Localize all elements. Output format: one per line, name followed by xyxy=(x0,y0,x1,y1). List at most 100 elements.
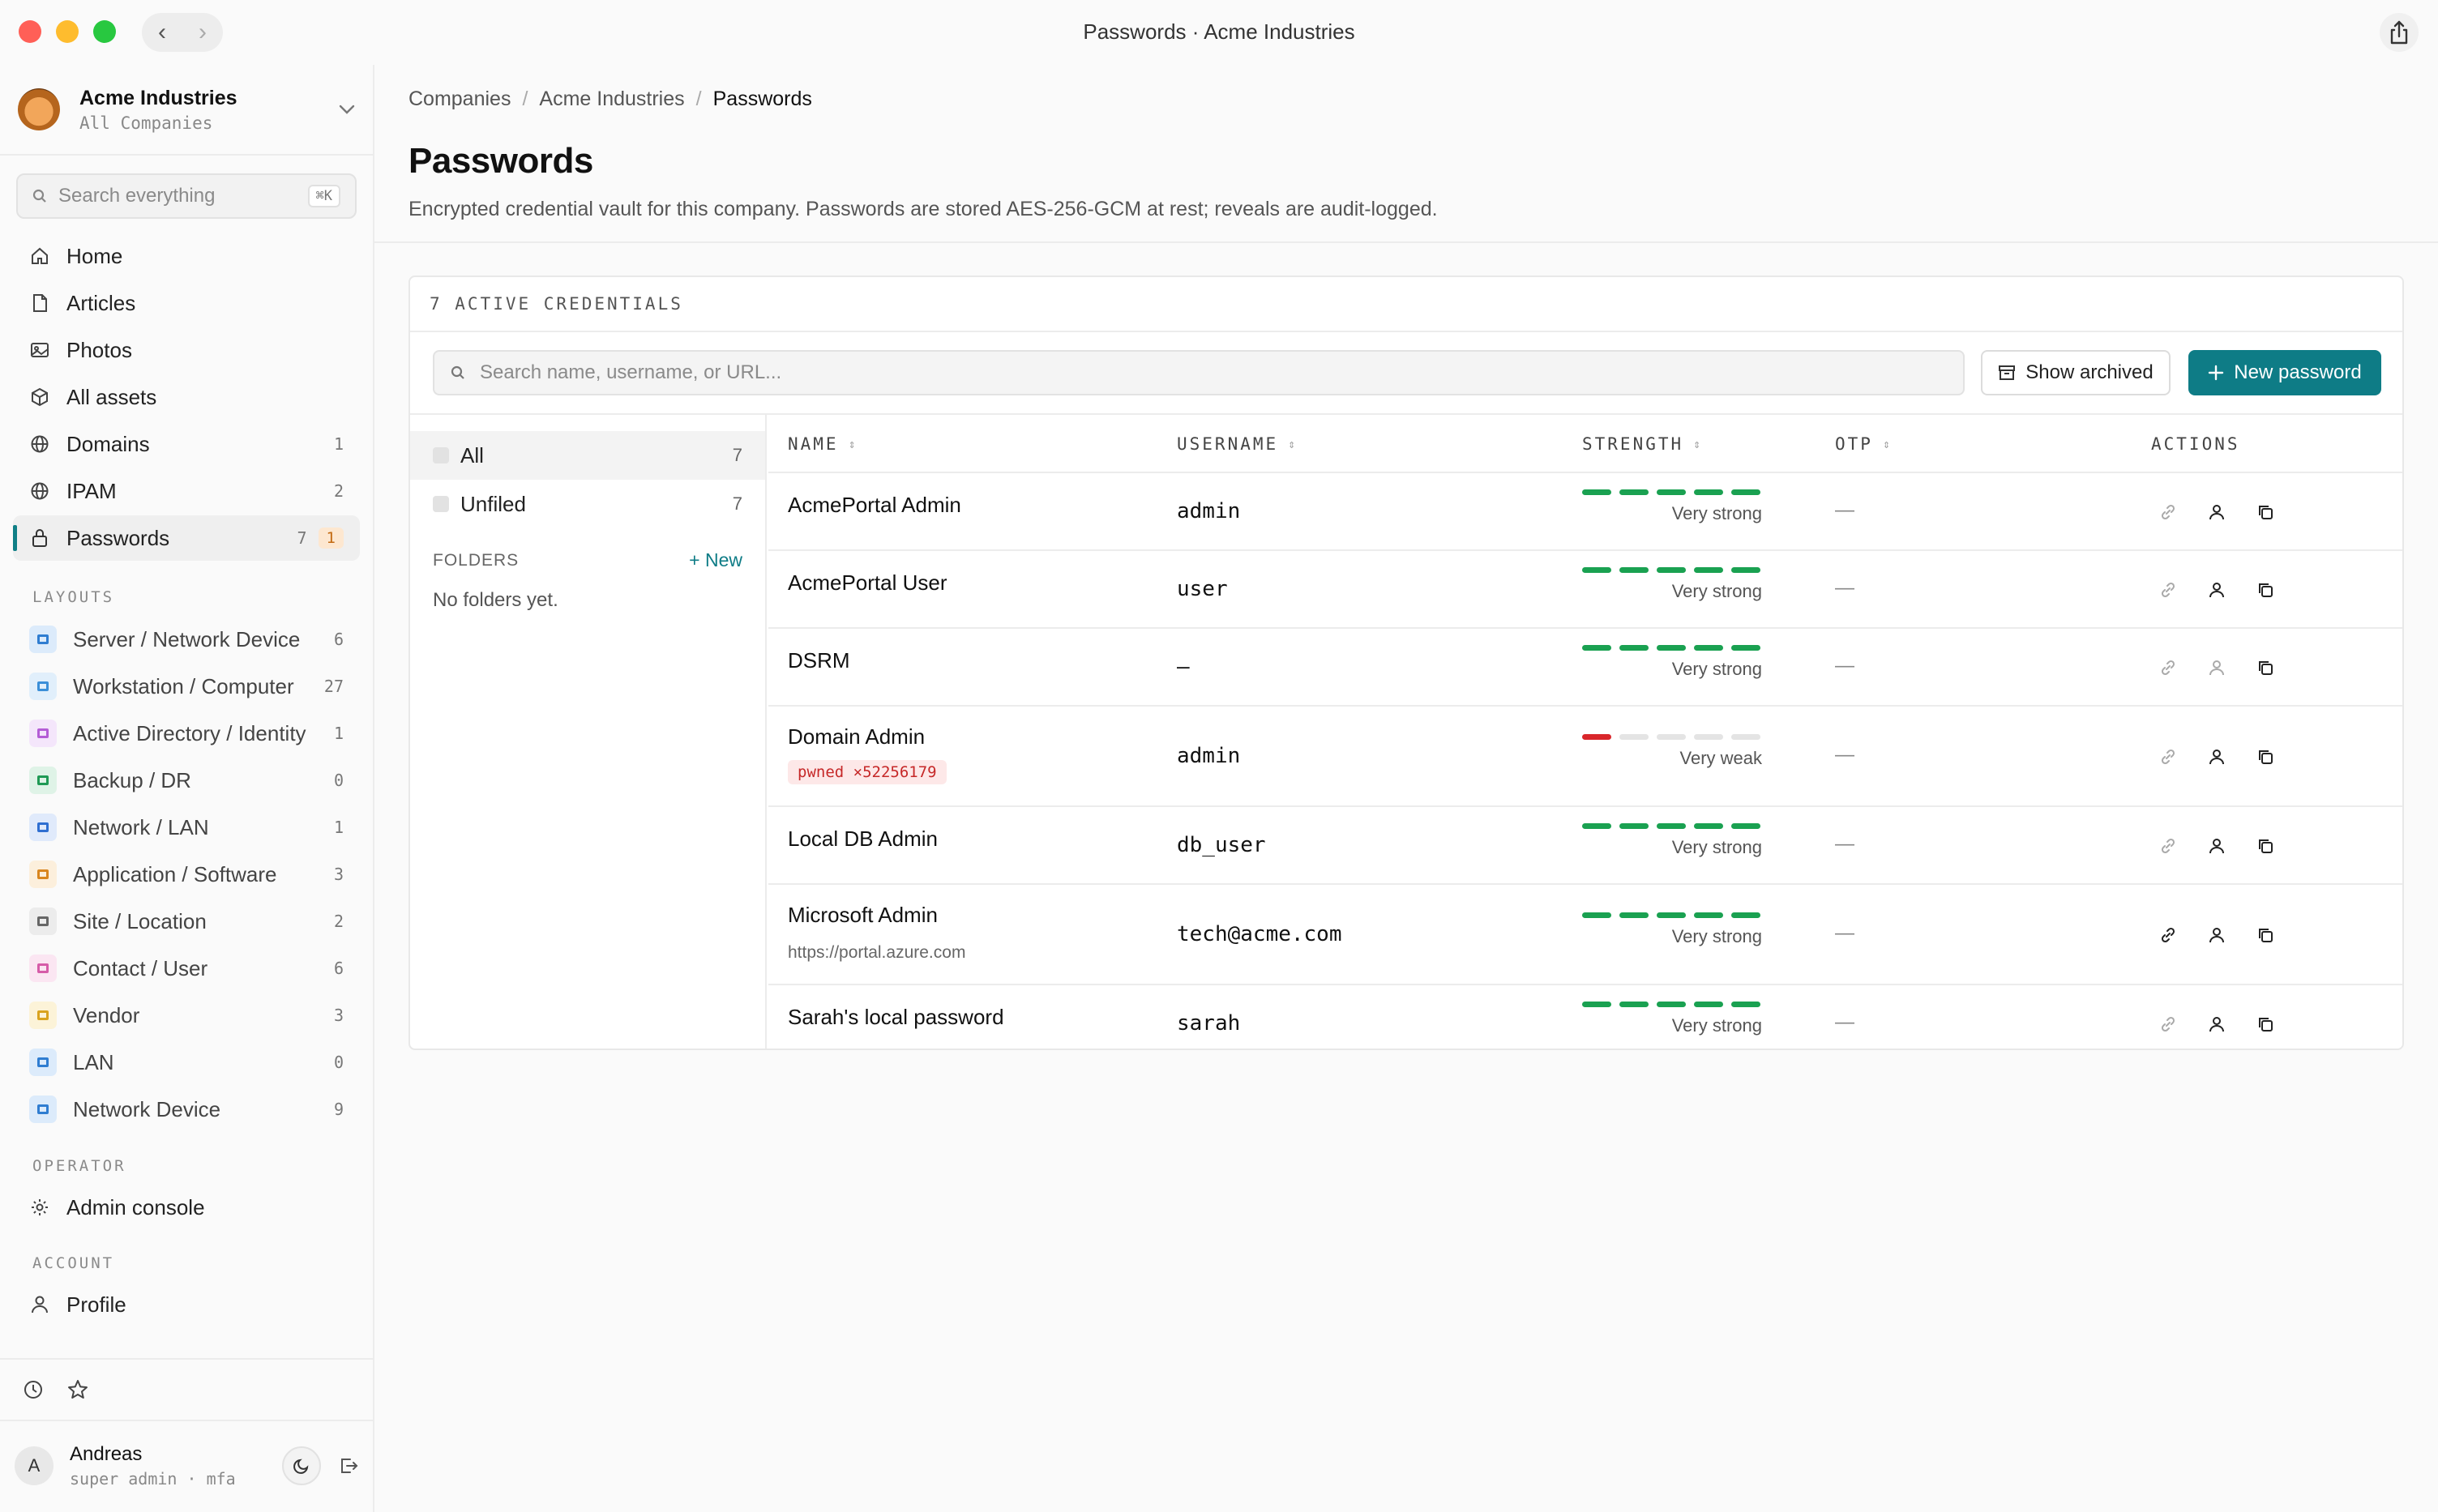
layout-count: 0 xyxy=(333,771,344,790)
layout-item[interactable]: Network Device 9 xyxy=(13,1086,360,1133)
nav-item-all-assets[interactable]: All assets xyxy=(13,374,360,420)
copy-username-icon[interactable] xyxy=(2206,835,2227,856)
layout-item[interactable]: Application / Software 3 xyxy=(13,851,360,898)
copy-password-icon[interactable] xyxy=(2255,502,2276,523)
open-url-icon[interactable] xyxy=(2158,746,2179,767)
credential-search-input[interactable]: Search name, username, or URL... xyxy=(433,350,1965,395)
copy-username-icon[interactable] xyxy=(2206,579,2227,600)
layout-label: LAN xyxy=(73,1049,114,1074)
document-icon xyxy=(33,294,47,312)
column-header-name[interactable]: NAME ⇕ xyxy=(788,434,856,454)
table-row[interactable]: AcmePortal Admin admin Very strong — xyxy=(768,473,2402,551)
search-icon xyxy=(32,189,46,203)
copy-password-icon[interactable] xyxy=(2255,925,2276,946)
strength-label: Very strong xyxy=(1671,659,1762,679)
copy-username-icon[interactable] xyxy=(2206,746,2227,767)
credential-name[interactable]: AcmePortal User xyxy=(788,570,947,596)
new-password-button[interactable]: New password xyxy=(2188,350,2381,395)
nav-item-domains[interactable]: Domains 1 xyxy=(13,421,360,467)
credential-name[interactable]: DSRM xyxy=(788,648,850,673)
otp-value: — xyxy=(1835,499,1854,521)
copy-password-icon[interactable] xyxy=(2255,579,2276,600)
layout-label: Vendor xyxy=(73,1002,140,1027)
otp-value: — xyxy=(1835,744,1854,766)
open-url-icon[interactable] xyxy=(2158,502,2179,523)
copy-username-icon[interactable] xyxy=(2206,502,2227,523)
column-header-username[interactable]: USERNAME ⇕ xyxy=(1177,434,1295,454)
open-url-icon[interactable] xyxy=(2158,835,2179,856)
table-row[interactable]: Domain Admin pwned ×52256179 admin Very wea… xyxy=(768,707,2402,807)
layout-label: Site / Location xyxy=(73,908,207,933)
nav-item-profile[interactable]: Profile xyxy=(13,1282,360,1327)
table-row[interactable]: DSRM — Very strong — xyxy=(768,629,2402,707)
open-url-icon[interactable] xyxy=(2158,657,2179,678)
layout-count: 6 xyxy=(333,959,344,978)
nav-item-ipam[interactable]: IPAM 2 xyxy=(13,468,360,514)
open-url-icon[interactable] xyxy=(2158,925,2179,946)
layout-item[interactable]: Contact / User 6 xyxy=(13,945,360,992)
share-icon xyxy=(2390,20,2408,45)
column-header-strength[interactable]: STRENGTH ⇕ xyxy=(1582,434,1700,454)
row-actions xyxy=(2158,1014,2276,1035)
nav-label: IPAM xyxy=(66,478,117,503)
copy-password-icon[interactable] xyxy=(2255,657,2276,678)
credential-name[interactable]: Domain Admin xyxy=(788,724,925,750)
layout-item[interactable]: LAN 0 xyxy=(13,1039,360,1086)
breadcrumb-companies[interactable]: Companies xyxy=(408,88,511,111)
company-switcher[interactable]: Acme Industries All Companies xyxy=(0,65,373,156)
strength-label: Very strong xyxy=(1671,503,1762,523)
table-row[interactable]: Sarah's local password sarah Very strong — xyxy=(768,985,2402,1049)
nav-label: Photos xyxy=(66,337,132,362)
star-icon[interactable] xyxy=(66,1378,89,1401)
nav-item-photos[interactable]: Photos xyxy=(13,327,360,373)
folder-item-unfiled[interactable]: Unfiled 7 xyxy=(410,480,765,528)
credential-name[interactable]: Microsoft Admin xyxy=(788,903,938,928)
image-icon xyxy=(31,343,49,357)
sort-icon: ⇕ xyxy=(848,437,856,451)
layout-item[interactable]: Workstation / Computer 27 xyxy=(13,663,360,710)
logout-icon[interactable] xyxy=(339,1457,358,1475)
copy-password-icon[interactable] xyxy=(2255,746,2276,767)
credential-name[interactable]: Sarah's local password xyxy=(788,1005,1004,1030)
folder-item-all[interactable]: All 7 xyxy=(410,431,765,480)
theme-toggle-button[interactable] xyxy=(282,1446,321,1485)
table-row[interactable]: Microsoft Admin https://portal.azure.com t… xyxy=(768,885,2402,985)
folder-label: All xyxy=(460,442,484,468)
layout-item[interactable]: Network / LAN 1 xyxy=(13,804,360,851)
nav-item-articles[interactable]: Articles xyxy=(13,280,360,326)
credential-name[interactable]: AcmePortal Admin xyxy=(788,493,961,518)
layout-item[interactable]: Active Directory / Identity 1 xyxy=(13,710,360,757)
open-url-icon[interactable] xyxy=(2158,1014,2179,1035)
layout-item[interactable]: Site / Location 2 xyxy=(13,898,360,945)
folders-section-label: FOLDERS xyxy=(433,550,520,570)
credential-name[interactable]: Local DB Admin xyxy=(788,826,938,852)
layout-item[interactable]: Backup / DR 0 xyxy=(13,757,360,804)
table-row[interactable]: Local DB Admin db_user Very strong — xyxy=(768,807,2402,885)
strength-segment xyxy=(1694,567,1723,573)
nav-item-passwords[interactable]: Passwords 7 1 xyxy=(13,515,360,561)
copy-username-icon[interactable] xyxy=(2206,657,2227,678)
nav-item-home[interactable]: Home xyxy=(13,233,360,279)
share-button[interactable] xyxy=(2380,13,2419,52)
layout-icon xyxy=(29,626,57,653)
copy-password-icon[interactable] xyxy=(2255,835,2276,856)
avatar[interactable]: A xyxy=(15,1446,53,1485)
layout-item[interactable]: Vendor 3 xyxy=(13,992,360,1039)
show-archived-button[interactable]: Show archived xyxy=(1981,350,2171,395)
layout-item[interactable]: Server / Network Device 6 xyxy=(13,616,360,663)
nav-item-admin-console[interactable]: Admin console xyxy=(13,1185,360,1230)
new-folder-link[interactable]: + New xyxy=(689,549,742,571)
history-icon[interactable] xyxy=(23,1379,44,1400)
copy-username-icon[interactable] xyxy=(2206,925,2227,946)
strength-label: Very strong xyxy=(1671,926,1762,946)
global-search-input[interactable]: Search everything ⌘K xyxy=(16,173,357,219)
column-header-otp[interactable]: OTP ⇕ xyxy=(1835,434,1890,454)
open-url-icon[interactable] xyxy=(2158,579,2179,600)
breadcrumb-company[interactable]: Acme Industries xyxy=(539,88,684,111)
copy-password-icon[interactable] xyxy=(2255,1014,2276,1035)
credential-url[interactable]: https://portal.azure.com xyxy=(788,943,965,963)
strength-segment xyxy=(1619,489,1649,495)
user-name: Andreas xyxy=(70,1443,143,1465)
copy-username-icon[interactable] xyxy=(2206,1014,2227,1035)
table-row[interactable]: AcmePortal User user Very strong — xyxy=(768,551,2402,629)
